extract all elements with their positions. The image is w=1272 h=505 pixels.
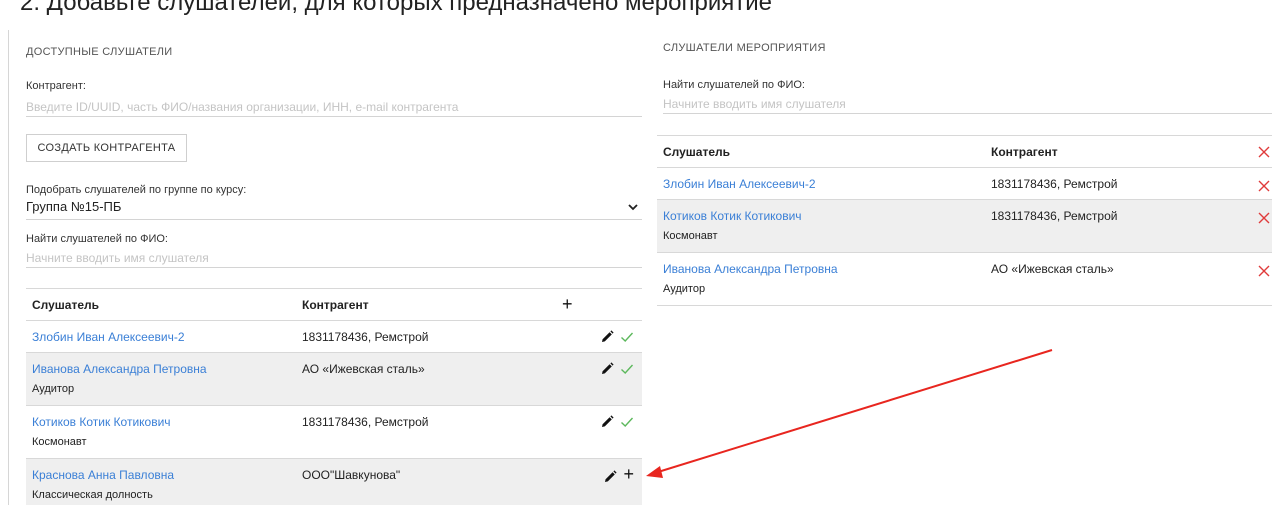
pencil-icon[interactable] — [600, 330, 614, 344]
contractor-cell: АО «Ижевская сталь» — [302, 352, 562, 406]
table-row: Краснова Анна Павловна Классическая долно… — [26, 458, 642, 505]
listener-name-link[interactable]: Иванова Александра Петровна — [663, 262, 991, 276]
right-search-label: Найти слушателей по ФИО: — [663, 79, 805, 91]
contractor-cell: АО «Ижевская сталь» — [991, 252, 1252, 306]
table-row: Злобин Иван Алексеевич-2 1831178436, Рем… — [26, 320, 642, 353]
table-header-row: Слушатель Контрагент + — [26, 288, 642, 321]
listener-role: Классическая долность — [32, 489, 153, 501]
col-header-contractor: Контрагент — [991, 135, 1252, 168]
chevron-down-icon — [628, 202, 638, 216]
add-all-button[interactable]: + — [562, 288, 642, 321]
contractor-cell: 1831178436, Ремстрой — [302, 320, 562, 353]
table-header-row: Слушатель Контрагент — [657, 135, 1272, 168]
listener-name-link[interactable]: Злобин Иван Алексеевич-2 — [32, 330, 302, 344]
close-icon[interactable] — [1258, 180, 1270, 192]
add-listener-plus-icon[interactable]: + — [623, 464, 634, 484]
close-icon[interactable] — [1258, 146, 1270, 158]
listener-role: Космонавт — [32, 436, 87, 448]
listener-name-link[interactable]: Котиков Котик Котикович — [32, 415, 302, 429]
contractor-cell: 1831178436, Ремстрой — [991, 199, 1252, 253]
listener-name-link[interactable]: Злобин Иван Алексеевич-2 — [663, 177, 991, 191]
listener-name-link[interactable]: Краснова Анна Павловна — [32, 468, 302, 482]
group-select-label: Подобрать слушателей по группе по курсу: — [26, 184, 247, 196]
group-select-value: Группа №15-ПБ — [26, 199, 122, 214]
listener-role: Аудитор — [32, 383, 75, 395]
left-border-divider — [8, 30, 9, 505]
contractor-cell: 1831178436, Ремстрой — [991, 167, 1252, 200]
group-select[interactable]: Группа №15-ПБ — [26, 200, 642, 220]
left-search-label: Найти слушателей по ФИО: — [26, 233, 168, 245]
remove-all-button[interactable] — [1252, 135, 1272, 168]
table-row: Злобин Иван Алексеевич-2 1831178436, Рем… — [657, 167, 1272, 200]
listener-role: Космонавт — [663, 230, 718, 242]
check-icon[interactable] — [620, 330, 634, 344]
pencil-icon[interactable] — [600, 415, 614, 429]
table-row: Котиков Котик Котикович Космонавт 1831178… — [26, 405, 642, 459]
right-listener-search-input[interactable] — [663, 94, 1272, 114]
available-listeners-title: ДОСТУПНЫЕ СЛУШАТЕЛИ — [26, 46, 173, 58]
col-header-listener: Слушатель — [26, 288, 302, 321]
event-listeners-title: СЛУШАТЕЛИ МЕРОПРИЯТИЯ — [663, 42, 826, 54]
check-icon[interactable] — [620, 362, 634, 376]
contractor-label: Контрагент: — [26, 80, 86, 92]
close-icon[interactable] — [1258, 212, 1270, 224]
contractor-cell: ООО"Шавкунова" — [302, 458, 562, 505]
table-row: Иванова Александра Петровна Аудитор АО «И… — [26, 352, 642, 406]
listener-name-link[interactable]: Котиков Котик Котикович — [663, 209, 991, 223]
listener-role: Аудитор — [663, 283, 706, 295]
col-header-contractor: Контрагент — [302, 288, 562, 321]
event-listeners-table: Слушатель Контрагент Злобин Иван Алексее… — [657, 135, 1272, 306]
listener-name-link[interactable]: Иванова Александра Петровна — [32, 362, 302, 376]
check-icon[interactable] — [620, 415, 634, 429]
table-row: Иванова Александра Петровна Аудитор АО «И… — [657, 252, 1272, 306]
close-icon[interactable] — [1258, 265, 1270, 277]
pencil-icon[interactable] — [603, 470, 618, 484]
pencil-icon[interactable] — [600, 362, 614, 376]
col-header-listener: Слушатель — [657, 135, 991, 168]
page-heading: 2. Добавьте слушателей, для которых пред… — [20, 0, 772, 16]
plus-icon[interactable]: + — [562, 294, 573, 314]
left-listener-search-input[interactable] — [26, 248, 642, 268]
contractor-cell: 1831178436, Ремстрой — [302, 405, 562, 459]
create-contractor-button[interactable]: СОЗДАТЬ КОНТРАГЕНТА — [26, 134, 187, 162]
contractor-search-input[interactable] — [26, 97, 642, 117]
table-row: Котиков Котик Котикович Космонавт 1831178… — [657, 199, 1272, 253]
available-listeners-table: Слушатель Контрагент + Злобин Иван Алекс… — [26, 288, 642, 505]
